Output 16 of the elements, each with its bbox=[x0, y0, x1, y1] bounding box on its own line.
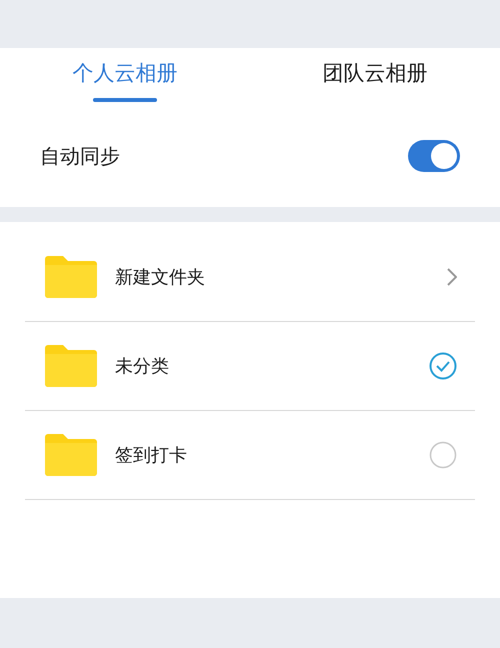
radio-circle[interactable] bbox=[429, 441, 457, 469]
folder-row[interactable]: 签到打卡 bbox=[25, 411, 475, 500]
folder-name: 未分类 bbox=[115, 354, 170, 378]
folder-row[interactable]: 新建文件夹 bbox=[25, 233, 475, 322]
chevron-icon bbox=[447, 268, 457, 286]
setting-label: 自动同步 bbox=[40, 142, 120, 170]
album-tab[interactable]: 个人云相册 bbox=[0, 58, 250, 104]
folder-icon bbox=[45, 256, 97, 298]
folder-name: 签到打卡 bbox=[115, 444, 188, 468]
check-circle-icon[interactable] bbox=[429, 352, 457, 380]
toggle-switch[interactable] bbox=[408, 140, 460, 172]
folder-icon bbox=[45, 434, 97, 476]
album-tab[interactable]: 团队云相册 bbox=[250, 58, 500, 104]
folder-name: 新建文件夹 bbox=[115, 266, 206, 290]
folder-icon bbox=[45, 345, 97, 387]
folder-row[interactable]: 未分类 bbox=[25, 322, 475, 411]
